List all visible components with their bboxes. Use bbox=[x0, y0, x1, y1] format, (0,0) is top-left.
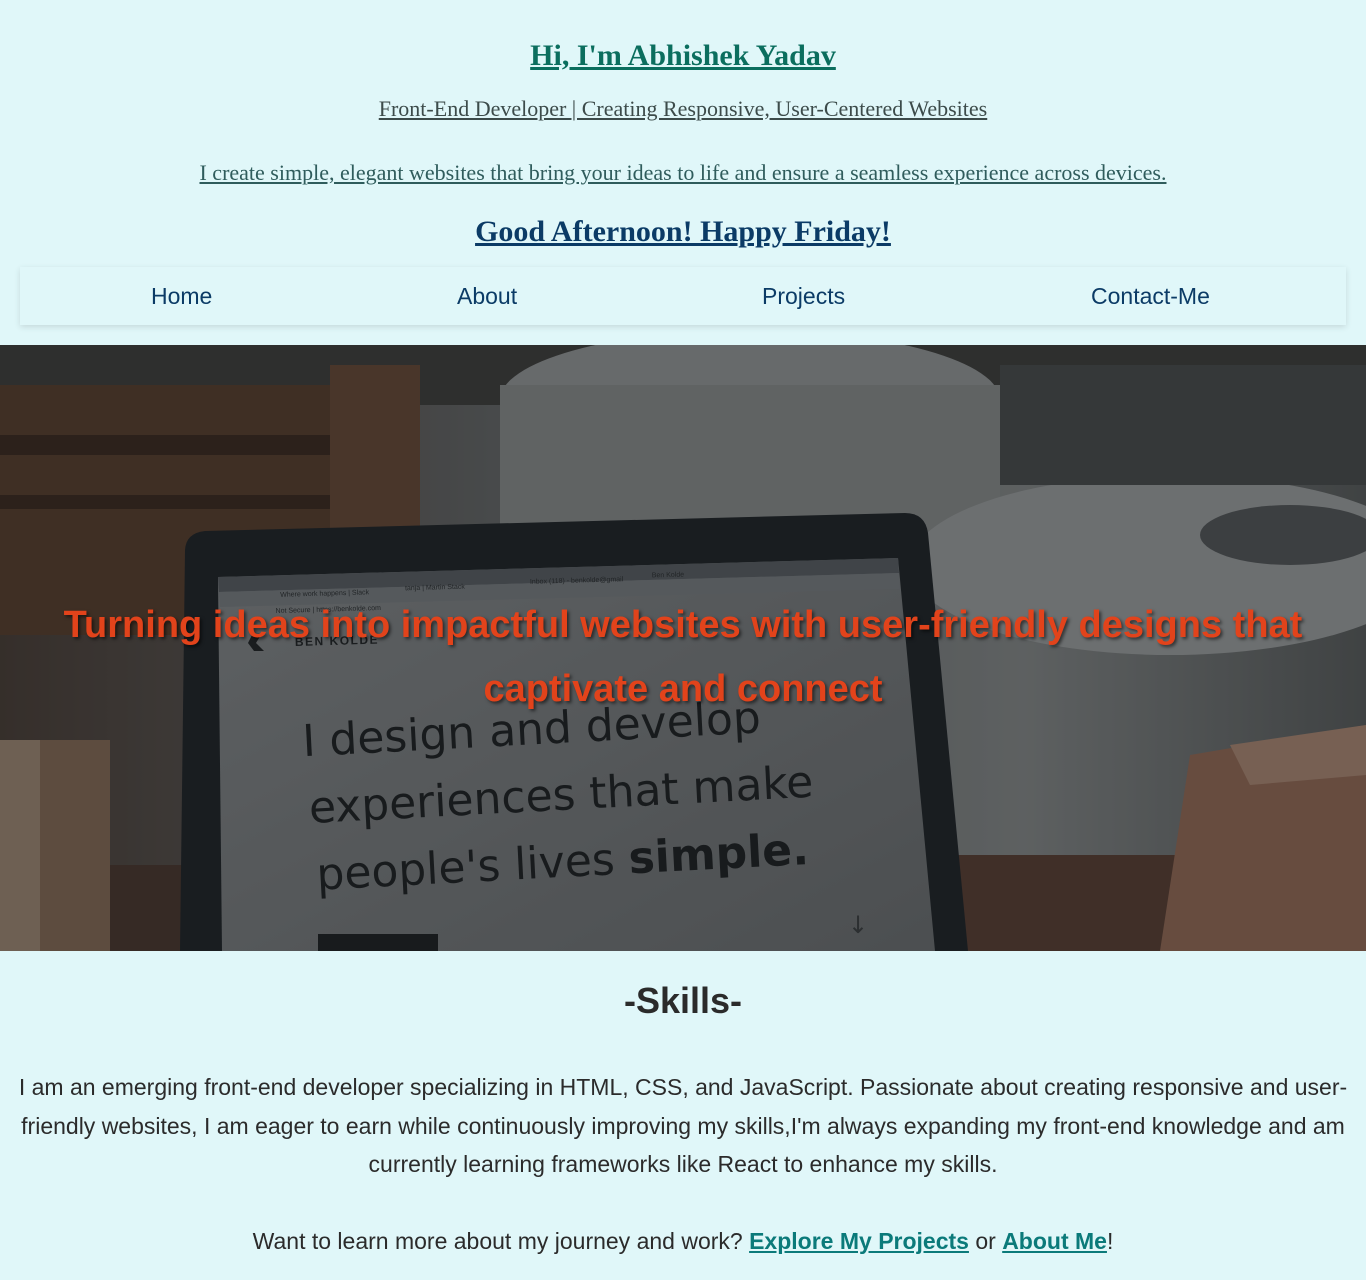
skills-description: I am an emerging front-end developer spe… bbox=[18, 1074, 1348, 1177]
about-me-link[interactable]: About Me bbox=[1002, 1228, 1107, 1254]
tagline: Front-End Developer | Creating Responsiv… bbox=[378, 96, 988, 121]
intro-text: I create simple, elegant websites that b… bbox=[199, 160, 1167, 185]
skills-heading: -Skills- bbox=[623, 980, 743, 1021]
page-title: Hi, I'm Abhishek Yadav bbox=[530, 39, 836, 72]
cta-suffix: ! bbox=[1106, 1228, 1114, 1254]
call-to-action: Want to learn more about my journey and … bbox=[0, 1225, 1366, 1257]
cta-prefix: Want to learn more about my journey and … bbox=[252, 1228, 750, 1254]
hero-banner: Where work happens | Slack tanja | Marti… bbox=[0, 345, 1366, 951]
explore-projects-link[interactable]: Explore My Projects bbox=[749, 1228, 969, 1254]
page-header: Hi, I'm Abhishek Yadav Front-End Develop… bbox=[0, 0, 1366, 250]
nav-projects[interactable]: Projects bbox=[762, 282, 845, 310]
nav-contact-me[interactable]: Contact-Me bbox=[1091, 282, 1210, 310]
nav-about[interactable]: About bbox=[457, 282, 517, 310]
cta-middle: or bbox=[968, 1228, 1003, 1254]
main-nav: Home About Projects Contact-Me bbox=[20, 267, 1346, 325]
hero-headline: Turning ideas into impactful websites wi… bbox=[63, 604, 1303, 710]
greeting: Good Afternoon! Happy Friday! bbox=[475, 215, 891, 248]
nav-home[interactable]: Home bbox=[151, 282, 212, 310]
